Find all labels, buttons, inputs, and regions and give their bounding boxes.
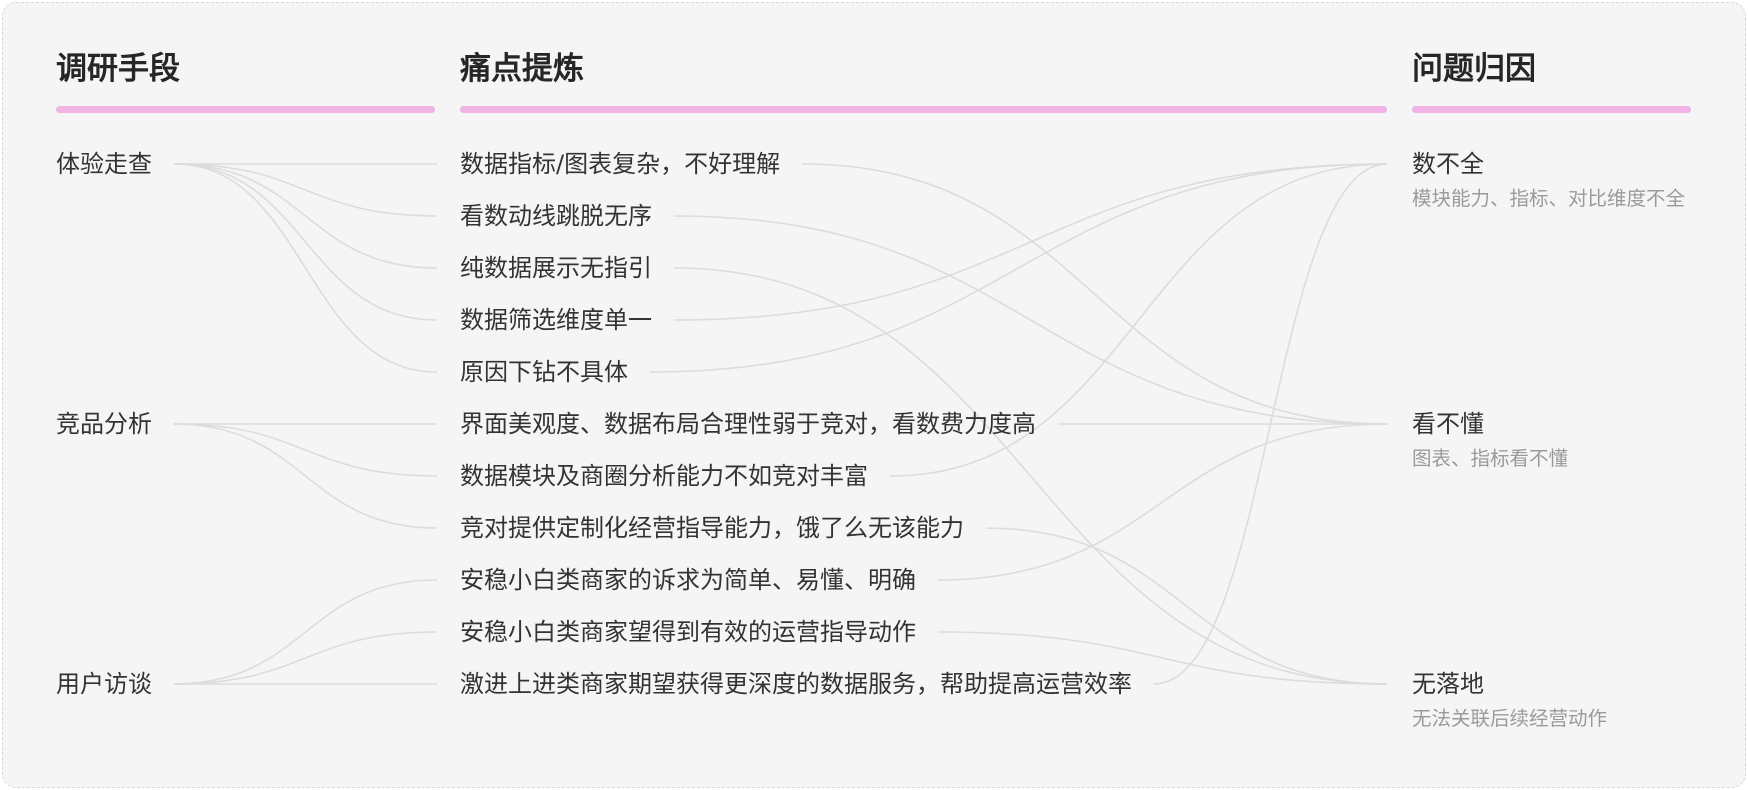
- column-divider-causes: [1412, 106, 1691, 113]
- method-item: 用户访谈: [56, 670, 152, 698]
- pain-point-item: 竞对提供定制化经营指导能力，饿了么无该能力: [460, 514, 964, 542]
- cause-label: 看不懂: [1412, 410, 1484, 438]
- cause-item: 看不懂 图表、指标看不懂: [1412, 408, 1568, 472]
- cause-item: 数不全 模块能力、指标、对比维度不全: [1412, 148, 1685, 212]
- cause-description: 无法关联后续经营动作: [1412, 707, 1608, 730]
- column-header-pain-points: 痛点提炼: [460, 51, 584, 87]
- method-item: 竞品分析: [56, 410, 152, 438]
- cause-description: 模块能力、指标、对比维度不全: [1412, 187, 1686, 210]
- column-header-methods: 调研手段: [56, 51, 180, 87]
- pain-point-item: 纯数据展示无指引: [460, 254, 652, 282]
- pain-point-item: 界面美观度、数据布局合理性弱于竞对，看数费力度高: [460, 410, 1036, 438]
- pain-point-item: 激进上进类商家期望获得更深度的数据服务，帮助提高运营效率: [460, 670, 1132, 698]
- method-item: 体验走查: [56, 150, 152, 178]
- column-divider-pain-points: [460, 106, 1387, 113]
- pain-point-item: 安稳小白类商家的诉求为简单、易懂、明确: [460, 566, 916, 594]
- cause-label: 数不全: [1412, 150, 1484, 178]
- diagram-canvas: 调研手段 痛点提炼 问题归因 体验走查 竞品分析 用户访谈 数据指标/图表复杂，…: [0, 0, 1748, 790]
- column-header-causes: 问题归因: [1412, 51, 1536, 87]
- cause-item: 无落地 无法关联后续经营动作: [1412, 668, 1607, 732]
- cause-description: 图表、指标看不懂: [1412, 447, 1569, 470]
- column-divider-methods: [56, 106, 435, 113]
- pain-point-item: 数据筛选维度单一: [460, 306, 652, 334]
- pain-point-item: 安稳小白类商家望得到有效的运营指导动作: [460, 618, 916, 646]
- pain-point-item: 原因下钻不具体: [460, 358, 628, 386]
- pain-point-item: 数据模块及商圈分析能力不如竞对丰富: [460, 462, 868, 490]
- pain-point-item: 看数动线跳脱无序: [460, 202, 652, 230]
- cause-label: 无落地: [1412, 670, 1484, 698]
- pain-point-item: 数据指标/图表复杂，不好理解: [460, 150, 781, 178]
